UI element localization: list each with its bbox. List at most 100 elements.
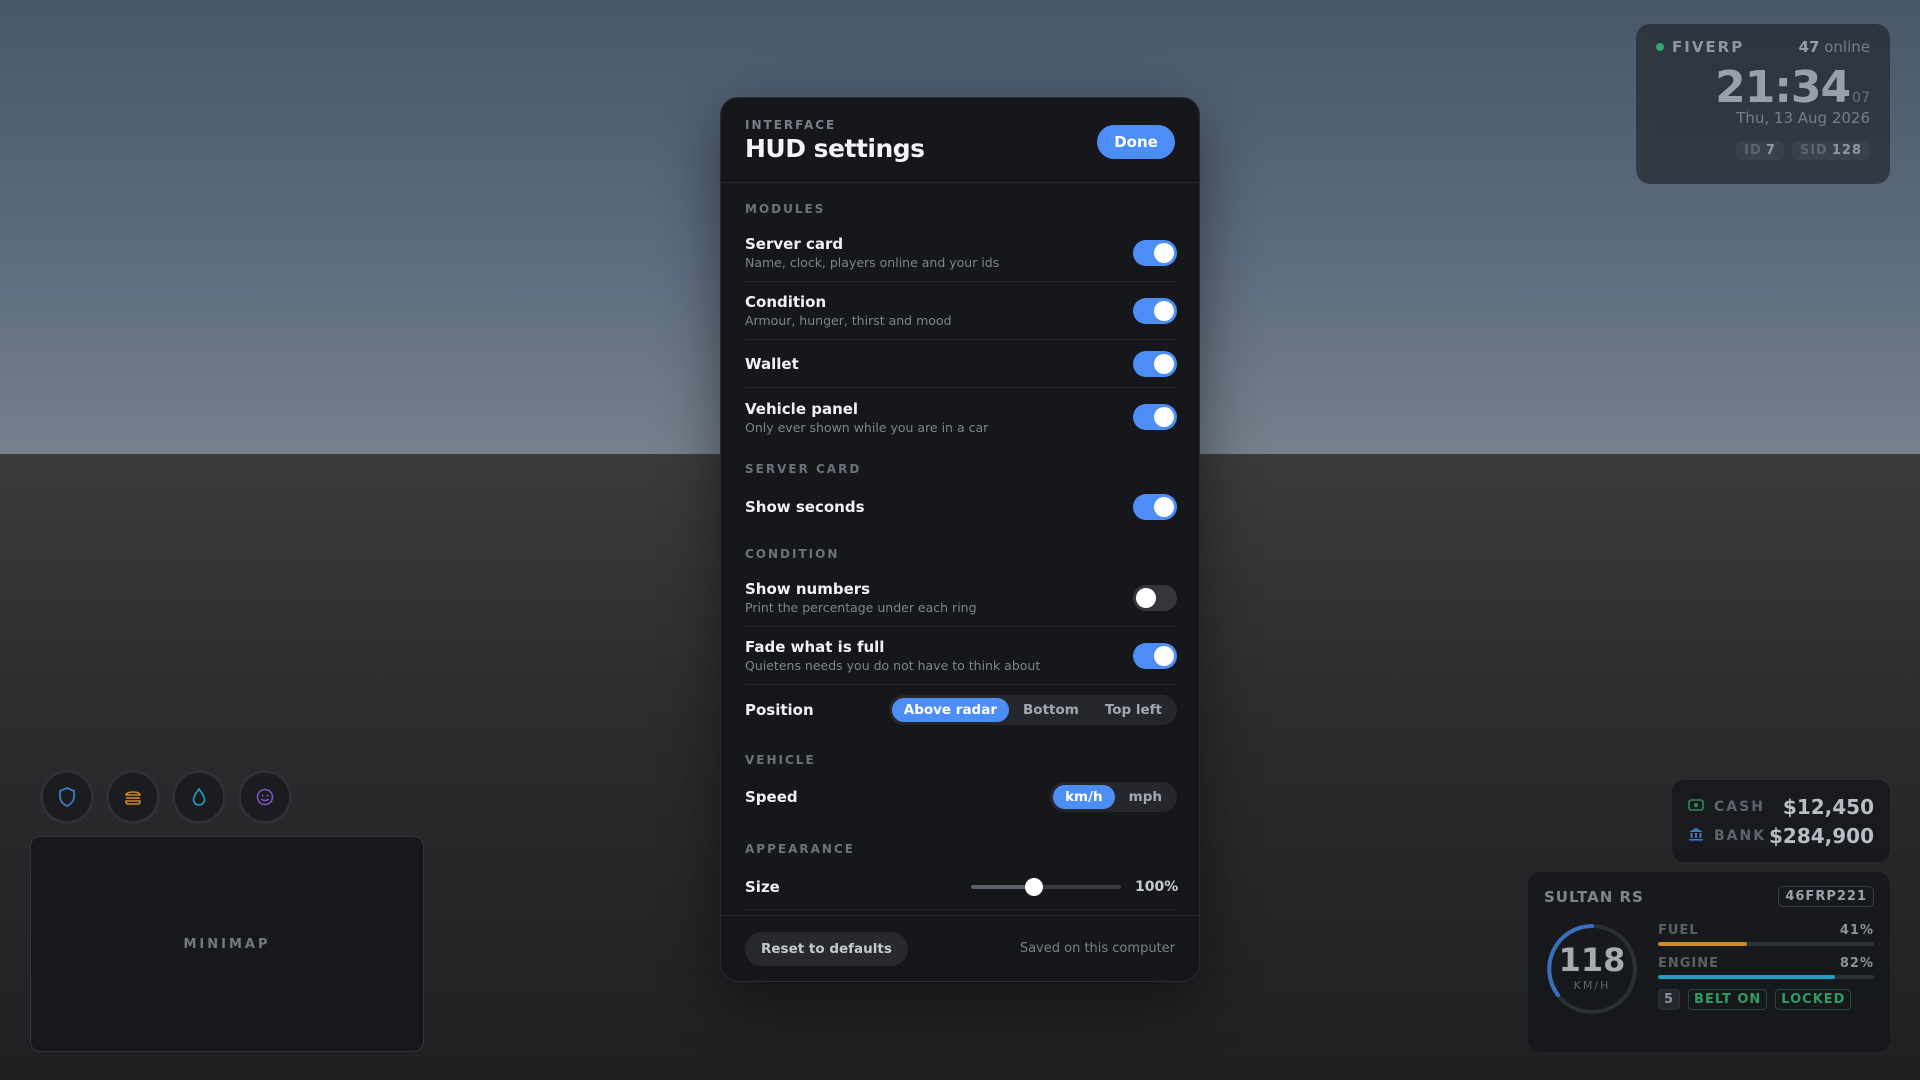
row-show-seconds: Show seconds xyxy=(745,484,1177,530)
modal-header: INTERFACE HUD settings Done xyxy=(721,98,1199,183)
clock-hours-minutes: 21:34 xyxy=(1715,62,1851,113)
show-numbers-toggle[interactable] xyxy=(1133,584,1177,611)
cash-value: $12,450 xyxy=(1782,794,1874,819)
online-count: 47 xyxy=(1798,38,1820,56)
engine-bar xyxy=(1658,975,1874,979)
wallet-toggle[interactable] xyxy=(1133,350,1177,377)
server-name: FIVERP xyxy=(1656,38,1744,56)
section-condition: CONDITION xyxy=(745,547,840,561)
server-card-toggle[interactable] xyxy=(1133,239,1177,266)
row-text: Condition Armour, hunger, thirst and moo… xyxy=(745,293,952,328)
row-title: Speed xyxy=(745,788,798,806)
clock-seconds: 07 xyxy=(1852,90,1870,106)
smiley-icon xyxy=(256,788,274,806)
position-segmented-control: Above radar Bottom Top left xyxy=(888,695,1177,725)
condition-rings xyxy=(40,770,292,824)
engine-row: ENGINE 82% xyxy=(1658,956,1874,971)
vehicle-name: SULTAN RS xyxy=(1544,887,1644,906)
server-name-text: FIVERP xyxy=(1672,38,1745,56)
row-speed: Speed km/h mph xyxy=(745,774,1177,820)
server-card: FIVERP 47 online 21:34 07 Thu, 13 Aug 202… xyxy=(1636,24,1890,184)
reset-defaults-button[interactable]: Reset to defaults xyxy=(745,931,908,966)
position-option-bottom[interactable]: Bottom xyxy=(1011,698,1091,722)
row-vehicle-panel: Vehicle panel Only ever shown while you … xyxy=(745,388,1177,446)
fuel-row: FUEL 41% xyxy=(1658,923,1874,938)
row-title: Fade what is full xyxy=(745,638,885,656)
speedometer: 118 KM/H xyxy=(1544,921,1640,1017)
toggle-knob xyxy=(1154,645,1174,666)
wallet-card: CASH $12,450 BANK $284,900 xyxy=(1672,780,1890,862)
speed-value: 118 xyxy=(1558,941,1626,979)
status-dot-icon xyxy=(1656,43,1664,51)
gear-badge: 5 xyxy=(1658,989,1681,1010)
toggle-knob xyxy=(1154,407,1174,427)
vehicle-stats: FUEL 41% ENGINE 82% 5 BELT ON LOCKED xyxy=(1658,921,1874,1017)
server-date: Thu, 13 Aug 2026 xyxy=(1736,109,1870,127)
row-position: Position Above radar Bottom Top left xyxy=(745,685,1177,735)
row-title: Vehicle panel xyxy=(745,399,859,418)
done-button[interactable]: Done xyxy=(1097,125,1175,159)
speed-unit: KM/H xyxy=(1573,979,1611,992)
shield-icon xyxy=(59,787,75,807)
armour-ring xyxy=(40,770,94,824)
row-title: Show seconds xyxy=(745,498,865,516)
position-option-top-left[interactable]: Top left xyxy=(1093,698,1174,722)
row-title: Show numbers xyxy=(745,580,871,598)
vehicle-panel: SULTAN RS 46FRP221 118 KM/H FUEL 41% ENG… xyxy=(1528,872,1890,1052)
speed-option-kmh[interactable]: km/h xyxy=(1053,785,1115,809)
toggle-knob xyxy=(1154,242,1174,263)
row-server-card: Server card Name, clock, players online … xyxy=(745,224,1177,282)
row-text: Fade what is full Quietens needs you do … xyxy=(745,638,1040,673)
players-online: 47 online xyxy=(1799,38,1870,56)
id-chip: ID 7 xyxy=(1736,141,1784,160)
sid-label: SID xyxy=(1799,143,1828,158)
speed-unit-segmented-control: km/h mph xyxy=(1050,782,1177,812)
modal-footer: Reset to defaults Saved on this computer xyxy=(721,915,1199,981)
server-card-header: FIVERP 47 online xyxy=(1656,38,1870,56)
row-wallet: Wallet xyxy=(745,340,1177,388)
row-text: Wallet xyxy=(745,355,799,373)
position-option-above-radar[interactable]: Above radar xyxy=(891,698,1009,722)
id-value: 7 xyxy=(1765,143,1776,158)
vehicle-header: SULTAN RS 46FRP221 xyxy=(1544,886,1874,907)
fade-full-toggle[interactable] xyxy=(1133,642,1177,669)
hunger-ring xyxy=(106,770,160,824)
speed-option-mph[interactable]: mph xyxy=(1117,785,1174,809)
sid-chip: SID 128 xyxy=(1791,141,1870,160)
sid-value: 128 xyxy=(1831,143,1862,158)
water-drop-icon xyxy=(192,788,206,806)
row-subtitle: Only ever shown while you are in a car xyxy=(745,419,989,435)
row-title: Server card xyxy=(745,235,844,253)
cash-icon xyxy=(1688,798,1706,815)
fuel-bar xyxy=(1658,942,1874,946)
condition-toggle[interactable] xyxy=(1133,297,1177,324)
size-slider[interactable] xyxy=(971,877,1121,896)
toggle-knob xyxy=(1154,300,1174,321)
fuel-value: 41% xyxy=(1839,923,1874,938)
engine-bar-fill xyxy=(1658,975,1836,979)
row-fade-full: Fade what is full Quietens needs you do … xyxy=(745,627,1177,685)
bank-row: BANK $284,900 xyxy=(1688,821,1874,850)
server-clock: 21:34 07 xyxy=(1656,62,1870,113)
row-subtitle: Name, clock, players online and your ids xyxy=(745,255,1000,270)
toggle-knob xyxy=(1154,353,1174,374)
online-label: online xyxy=(1824,38,1870,56)
toggle-knob xyxy=(1154,497,1174,517)
belt-badge: BELT ON xyxy=(1688,989,1768,1010)
size-slider-thumb[interactable] xyxy=(1025,877,1043,896)
section-appearance: APPEARANCE xyxy=(745,842,855,856)
license-plate: 46FRP221 xyxy=(1778,886,1874,907)
row-text: Show numbers Print the percentage under … xyxy=(745,580,977,615)
minimap-label: MINIMAP xyxy=(183,936,271,952)
row-title: Condition xyxy=(745,293,827,311)
cash-label: CASH xyxy=(1714,798,1765,815)
vehicle-panel-toggle[interactable] xyxy=(1133,404,1177,430)
row-title: Size xyxy=(745,877,780,896)
row-subtitle: Quietens needs you do not have to think … xyxy=(745,658,1041,673)
id-label: ID xyxy=(1744,143,1762,158)
engine-value: 82% xyxy=(1839,956,1874,971)
bank-label: BANK xyxy=(1714,827,1767,844)
row-text: Show seconds xyxy=(745,498,865,516)
show-seconds-toggle[interactable] xyxy=(1133,494,1177,520)
cash-row: CASH $12,450 xyxy=(1688,792,1874,821)
